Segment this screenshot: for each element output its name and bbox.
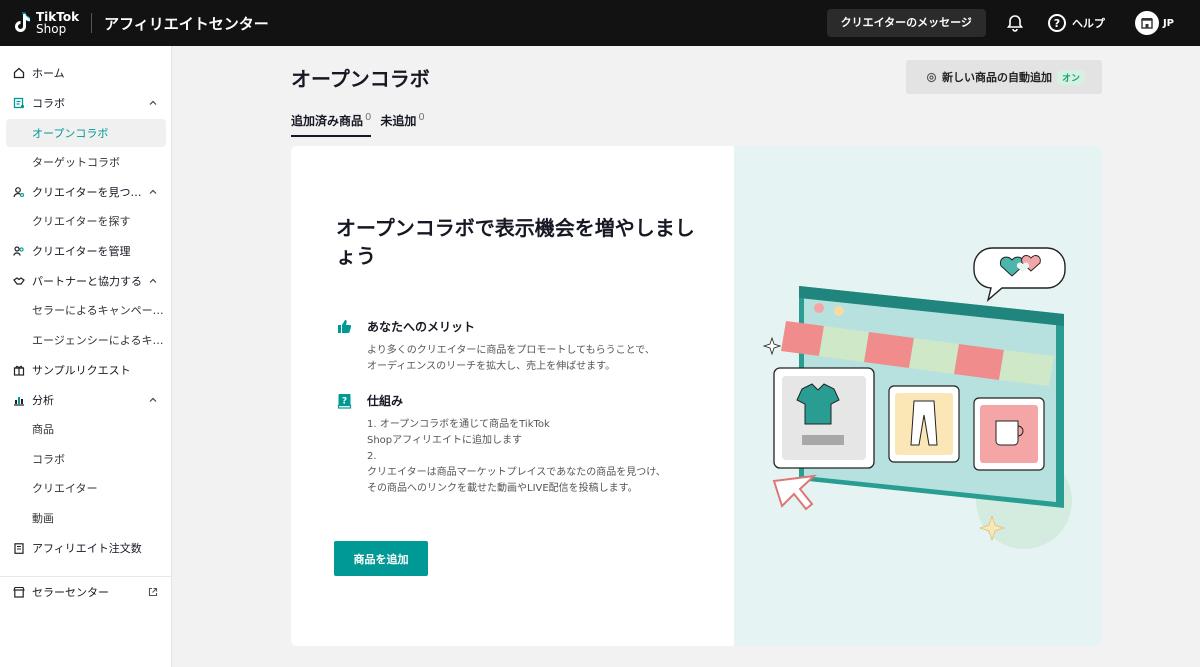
help-button[interactable]: ? ヘルプ xyxy=(1047,14,1105,32)
sidebar-item-analytics-videos[interactable]: 動画 xyxy=(6,504,166,532)
sidebar-item-sample-requests[interactable]: サンプルリクエスト xyxy=(0,356,172,384)
tab-count: 0 xyxy=(365,112,372,123)
logo-line-2: Shop xyxy=(36,22,67,36)
how-it-works-section: ? 仕組み 1. オープンコラボを通じて商品をTikTok Shopアフィリエイ… xyxy=(336,392,707,497)
sidebar-item-seller-campaigns[interactable]: セラーによるキャンペー… xyxy=(6,296,166,324)
sidebar-item-seller-center[interactable]: セラーセンター xyxy=(0,578,172,606)
tab-label: 追加済み商品 xyxy=(291,114,364,128)
how-body: 1. オープンコラボを通じて商品をTikTok Shopアフィリエイトに追加しま… xyxy=(367,419,666,494)
app-title: アフィリエイトセンター xyxy=(104,14,269,33)
question-icon: ? xyxy=(1047,14,1066,32)
sidebar-item-label: クリエイターを管理 xyxy=(32,245,131,258)
users-icon xyxy=(13,245,25,257)
sidebar: ホーム コラボ オープンコラボ ターゲットコラボ クリエイターを見つ… クリエイ… xyxy=(0,46,172,667)
chevron-up-icon[interactable] xyxy=(148,187,158,197)
header-divider xyxy=(91,13,93,33)
bar-chart-icon xyxy=(13,394,25,406)
account-menu[interactable]: JP xyxy=(1134,11,1174,35)
product-tabs: 追加済み商品 0 未追加 0 xyxy=(291,112,434,137)
empty-state-card: オープンコラボで表示機会を増やしましょう あなたへのメリット より多くのクリエイ… xyxy=(291,146,1102,646)
settings-icon xyxy=(926,72,937,83)
sidebar-item-open-collab[interactable]: オープンコラボ xyxy=(6,119,166,147)
tab-count: 0 xyxy=(418,112,425,123)
add-product-button[interactable]: 商品を追加 xyxy=(334,541,428,576)
illustration-panel xyxy=(734,146,1102,646)
tab-added-products[interactable]: 追加済み商品 0 xyxy=(291,112,372,137)
store-avatar-icon xyxy=(1134,11,1159,35)
sidebar-group-analytics[interactable]: 分析 xyxy=(0,386,172,414)
sidebar-divider xyxy=(0,576,172,577)
sidebar-item-label: アフィリエイト注文数 xyxy=(32,542,142,555)
sidebar-group-collab[interactable]: コラボ xyxy=(0,89,172,117)
handshake-icon xyxy=(13,275,25,287)
user-search-icon xyxy=(13,186,25,198)
page-title: オープンコラボ xyxy=(291,67,430,91)
sidebar-item-agency[interactable]: エージェンシーによるキ… xyxy=(6,326,166,354)
gift-icon xyxy=(13,364,25,376)
sidebar-item-target-collab[interactable]: ターゲットコラボ xyxy=(6,148,166,176)
sidebar-item-home[interactable]: ホーム xyxy=(0,59,172,87)
tiktok-logo-icon xyxy=(15,12,30,32)
hero-title: オープンコラボで表示機会を増やしましょう xyxy=(336,216,695,268)
chevron-up-icon[interactable] xyxy=(148,395,158,405)
chevron-up-icon[interactable] xyxy=(148,276,158,286)
sidebar-item-label: 分析 xyxy=(32,394,54,407)
clipboard-icon xyxy=(13,542,25,554)
top-bar: TikTok Shop アフィリエイトセンター クリエイターのメッセージ ? ヘ… xyxy=(0,0,1200,46)
benefit-section: あなたへのメリット より多くのクリエイターに商品をプロモートしてもらうことで、 … xyxy=(336,318,707,375)
how-title: 仕組み xyxy=(367,394,404,408)
sidebar-item-manage-creators[interactable]: クリエイターを管理 xyxy=(0,237,172,265)
svg-text:?: ? xyxy=(341,396,346,406)
shop-window-illustration xyxy=(762,247,1072,549)
tab-not-added[interactable]: 未追加 0 xyxy=(380,112,424,137)
sidebar-group-partners[interactable]: パートナーと協力する xyxy=(0,267,172,295)
help-book-icon: ? xyxy=(336,393,352,409)
creator-messages-button[interactable]: クリエイターのメッセージ xyxy=(826,9,986,37)
sidebar-item-label: コラボ xyxy=(32,97,65,110)
benefit-title: あなたへのメリット xyxy=(367,320,476,334)
sidebar-item-find-creators[interactable]: クリエイターを探す xyxy=(6,207,166,235)
status-badge: オン xyxy=(1057,69,1086,85)
thumbs-up-icon xyxy=(336,319,352,335)
benefit-body: より多くのクリエイターに商品をプロモートしてもらうことで、 オーディエンスのリー… xyxy=(367,345,655,372)
collab-icon xyxy=(13,97,25,109)
sidebar-item-analytics-products[interactable]: 商品 xyxy=(6,415,166,443)
sidebar-item-label: セラーセンター xyxy=(32,586,109,599)
auto-add-label: 新しい商品の自動追加 xyxy=(942,71,1052,84)
bell-icon[interactable] xyxy=(1004,12,1026,34)
sidebar-group-find-creators[interactable]: クリエイターを見つ… xyxy=(0,178,172,206)
home-icon xyxy=(13,67,25,79)
sidebar-item-label: ホーム xyxy=(32,67,65,80)
sidebar-item-affiliate-orders[interactable]: アフィリエイト注文数 xyxy=(0,534,172,562)
region-label: JP xyxy=(1162,17,1174,29)
sidebar-item-analytics-collab[interactable]: コラボ xyxy=(6,445,166,473)
sidebar-item-label: サンプルリクエスト xyxy=(32,364,131,377)
chevron-up-icon[interactable] xyxy=(148,98,158,108)
external-link-icon[interactable] xyxy=(148,587,158,597)
auto-add-toggle-button[interactable]: 新しい商品の自動追加 オン xyxy=(906,60,1102,94)
help-label: ヘルプ xyxy=(1071,17,1105,30)
store-icon xyxy=(13,586,25,598)
tiktok-shop-logo[interactable]: TikTok Shop xyxy=(12,11,79,35)
sidebar-item-label: クリエイターを見つ… xyxy=(32,186,142,199)
tab-label: 未追加 xyxy=(380,114,417,128)
sidebar-item-analytics-creators[interactable]: クリエイター xyxy=(6,474,166,502)
sidebar-item-label: パートナーと協力する xyxy=(32,275,142,288)
